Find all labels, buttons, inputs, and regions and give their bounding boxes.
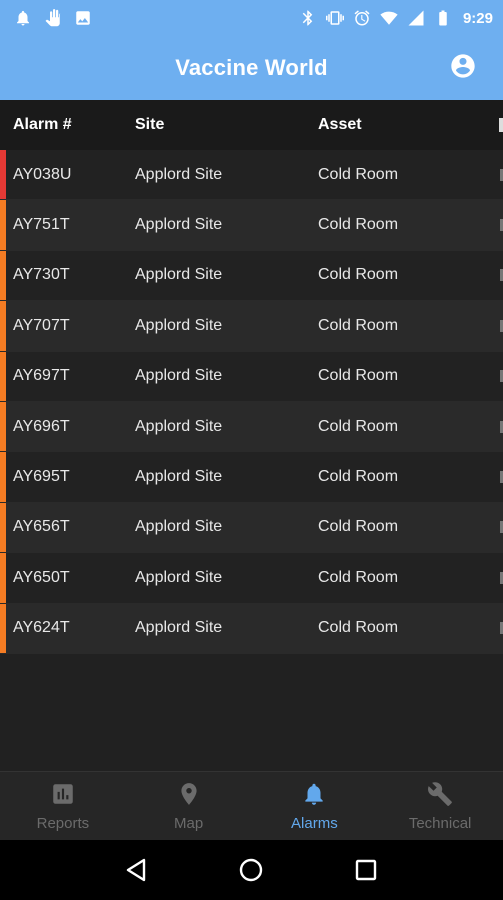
image-icon [74, 9, 92, 27]
alarm-number: AY696T [13, 417, 70, 435]
severity-indicator [0, 200, 6, 250]
asset-name: Cold Room [318, 568, 399, 586]
alarm-number: AY730T [13, 266, 70, 284]
table-row[interactable]: AY751T Applord Site Cold Room [0, 200, 503, 251]
recents-button[interactable] [353, 857, 379, 883]
asset-name: Cold Room [318, 216, 399, 234]
table-row[interactable]: AY656T Applord Site Cold Room [0, 502, 503, 554]
alarm-number: AY751T [13, 216, 70, 234]
map-pin-icon [176, 781, 202, 811]
account-circle-icon[interactable] [449, 52, 477, 80]
table-header: Alarm # Site Asset [0, 100, 503, 150]
alarm-number: AY695T [13, 468, 70, 486]
severity-indicator [0, 301, 6, 351]
bar-chart-icon [50, 781, 76, 811]
severity-indicator [0, 553, 6, 603]
vibrate-icon [325, 9, 344, 27]
severity-indicator [0, 150, 6, 200]
asset-name: Cold Room [318, 367, 399, 385]
site-name: Applord Site [135, 518, 223, 536]
severity-indicator [0, 452, 6, 502]
site-name: Applord Site [135, 468, 223, 486]
bell-icon [14, 9, 32, 27]
back-button[interactable] [124, 857, 150, 883]
site-name: Applord Site [135, 165, 223, 183]
column-header-asset[interactable]: Asset [318, 116, 362, 134]
wrench-icon [427, 781, 453, 811]
status-notifications [14, 9, 92, 27]
recents-square-icon [355, 859, 377, 881]
wifi-icon [380, 9, 398, 27]
alarm-number: AY624T [13, 619, 70, 637]
site-name: Applord Site [135, 216, 223, 234]
alarm-number: AY038U [13, 165, 72, 183]
nav-item-technical[interactable]: Technical [377, 772, 503, 840]
status-system: 9:29 [299, 9, 493, 27]
table-row[interactable]: AY697T Applord Site Cold Room [0, 351, 503, 402]
bottom-navigation: Reports Map Alarms Technical [0, 771, 503, 840]
asset-name: Cold Room [318, 619, 399, 637]
battery-icon [434, 9, 452, 27]
asset-name: Cold Room [318, 316, 399, 334]
asset-name: Cold Room [318, 417, 399, 435]
asset-name: Cold Room [318, 468, 399, 486]
alarm-number: AY650T [13, 568, 70, 586]
status-time: 9:29 [462, 9, 493, 27]
nav-item-reports[interactable]: Reports [0, 772, 126, 840]
table-row[interactable]: AY624T Applord Site Cold Room [0, 603, 503, 654]
column-header-site[interactable]: Site [135, 116, 164, 134]
severity-indicator [0, 351, 6, 401]
site-name: Applord Site [135, 367, 223, 385]
home-circle-icon [240, 858, 263, 882]
severity-indicator [0, 250, 6, 301]
table-row[interactable]: AY650T Applord Site Cold Room [0, 553, 503, 604]
bell-icon [301, 781, 327, 811]
system-navigation-bar [0, 840, 503, 900]
alarm-number: AY697T [13, 367, 70, 385]
nav-item-alarms[interactable]: Alarms [252, 772, 378, 840]
hand-icon [44, 9, 62, 27]
site-name: Applord Site [135, 568, 223, 586]
status-bar: 9:29 [0, 0, 503, 36]
site-name: Applord Site [135, 316, 223, 334]
nav-item-map[interactable]: Map [126, 772, 252, 840]
nav-item-label: Technical [408, 814, 472, 832]
app-title: Vaccine World [175, 55, 328, 80]
column-header-overflow [499, 118, 503, 132]
alarm-number: AY707T [13, 316, 70, 334]
table-row[interactable]: AY730T Applord Site Cold Room [0, 250, 503, 302]
asset-name: Cold Room [318, 165, 399, 183]
home-button[interactable] [238, 857, 264, 883]
alarm-clock-icon [353, 9, 371, 27]
column-header-alarm[interactable]: Alarm # [13, 116, 72, 134]
table-row[interactable]: AY695T Applord Site Cold Room [0, 452, 503, 503]
alarm-number: AY656T [13, 518, 70, 536]
table-row[interactable]: AY707T Applord Site Cold Room [0, 301, 503, 352]
table-row[interactable]: AY038U Applord Site Cold Room [0, 150, 503, 201]
site-name: Applord Site [135, 619, 223, 637]
back-triangle-icon [126, 858, 146, 882]
nav-item-label: Map [174, 814, 204, 832]
severity-indicator [0, 401, 6, 452]
app-screen: 9:29 Vaccine World Alarm # Site Asset AY… [0, 0, 503, 900]
bluetooth-icon [299, 9, 317, 27]
alarm-table: AY038U Applord Site Cold Room AY751T Applord… [0, 150, 503, 654]
site-name: Applord Site [135, 417, 223, 435]
severity-indicator [0, 603, 6, 653]
asset-name: Cold Room [318, 518, 399, 536]
severity-indicator [0, 502, 6, 553]
nav-item-label: Reports [36, 814, 90, 832]
signal-icon [407, 9, 425, 27]
app-bar: Vaccine World [0, 36, 503, 100]
asset-name: Cold Room [318, 266, 399, 284]
nav-item-label: Alarms [291, 814, 338, 832]
site-name: Applord Site [135, 266, 223, 284]
table-row[interactable]: AY696T Applord Site Cold Room [0, 401, 503, 453]
